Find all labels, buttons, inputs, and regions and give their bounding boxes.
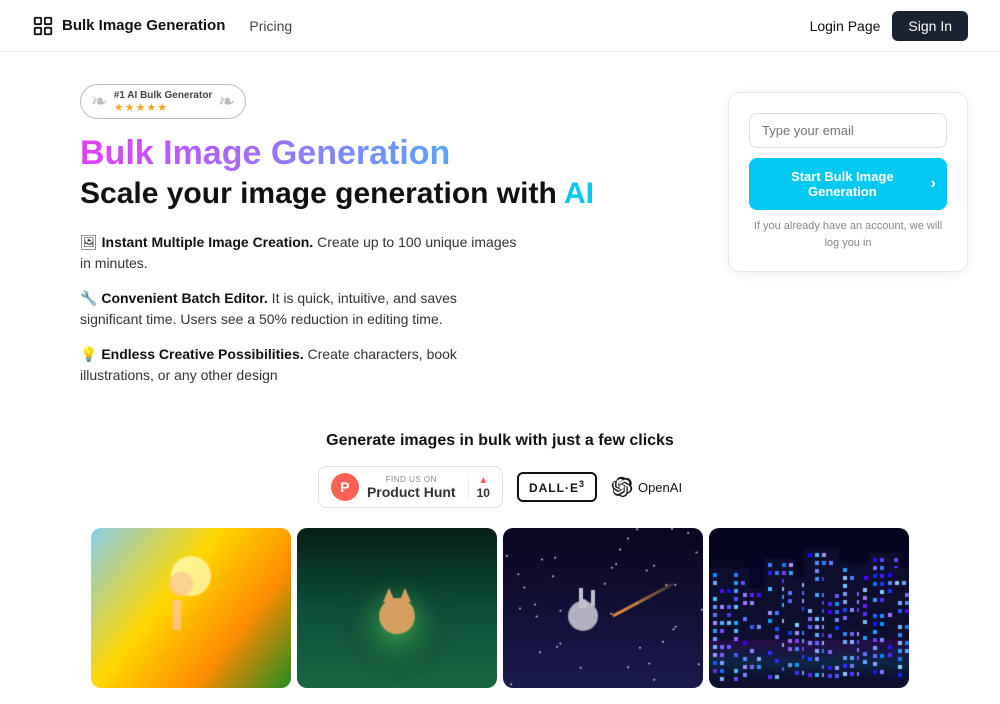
start-button-label: Start Bulk Image Generation [760, 169, 925, 199]
laurel-right-icon: ❧ [218, 89, 235, 114]
nav-logo: Bulk Image Generation [32, 15, 225, 37]
form-note: If you already have an account, we will … [749, 218, 947, 251]
nav-pricing-link[interactable]: Pricing [249, 18, 292, 34]
ph-arrow-icon: ▲ [478, 475, 488, 486]
hero-title-prefix: Scale your image generation with [80, 177, 564, 210]
ph-text: FIND US ON Product Hunt [367, 475, 456, 500]
dalle-badge: DALL·E3 [517, 472, 597, 502]
logos-row: P FIND US ON Product Hunt ▲ 10 DALL·E3 O… [0, 466, 1000, 508]
signup-card: Start Bulk Image Generation › If you alr… [728, 92, 968, 272]
image-card [91, 528, 291, 688]
hero-title-top: Bulk Image Generation [80, 135, 688, 172]
badge-content: #1 AI Bulk Generator ★★★★★ [114, 90, 213, 114]
badge-stars: ★★★★★ [114, 101, 213, 114]
openai-icon [611, 476, 633, 498]
signin-button[interactable]: Sign In [892, 11, 968, 41]
logo-icon [32, 15, 54, 37]
product-hunt-badge[interactable]: P FIND US ON Product Hunt ▲ 10 [318, 466, 503, 508]
laurel-left-icon: ❧ [91, 89, 108, 114]
bottom-heading: Generate images in bulk with just a few … [0, 432, 1000, 450]
dalle-label: DALL·E3 [529, 481, 585, 495]
ph-vote: ▲ 10 [468, 475, 490, 500]
hero-title-ai: AI [564, 177, 594, 210]
hero-title-main: Scale your image generation with AI [80, 176, 688, 212]
bottom-section: Generate images in bulk with just a few … [0, 400, 1000, 704]
email-input[interactable] [749, 113, 947, 148]
navbar: Bulk Image Generation Pricing Login Page… [0, 0, 1000, 52]
features-list: 🖼 Instant Multiple Image Creation. Creat… [80, 232, 688, 386]
logo-text: Bulk Image Generation [62, 17, 225, 34]
arrow-icon: › [931, 175, 936, 193]
nav-left: Bulk Image Generation Pricing [32, 15, 292, 37]
main-content: ❧ #1 AI Bulk Generator ★★★★★ ❧ Bulk Imag… [0, 52, 1000, 400]
ph-top-line: FIND US ON [367, 475, 456, 484]
ph-vote-count: 10 [477, 486, 490, 500]
right-column: Start Bulk Image Generation › If you alr… [728, 84, 968, 400]
openai-badge: OpenAI [611, 476, 682, 498]
openai-label: OpenAI [638, 480, 682, 495]
ph-name: Product Hunt [367, 484, 456, 500]
start-button[interactable]: Start Bulk Image Generation › [749, 158, 947, 210]
ph-circle-icon: P [331, 473, 359, 501]
nav-right: Login Page Sign In [810, 11, 968, 41]
rank-badge: ❧ #1 AI Bulk Generator ★★★★★ ❧ [80, 84, 246, 119]
feature-item: 💡 Endless Creative Possibilities. Create… [80, 344, 520, 386]
image-card [503, 528, 703, 688]
ph-letter: P [340, 479, 349, 495]
left-column: ❧ #1 AI Bulk Generator ★★★★★ ❧ Bulk Imag… [80, 84, 688, 400]
feature-item: 🔧 Convenient Batch Editor. It is quick, … [80, 288, 520, 330]
images-row [0, 528, 1000, 688]
image-card [709, 528, 909, 688]
badge-rank-label: #1 AI Bulk Generator [114, 90, 213, 101]
feature-item: 🖼 Instant Multiple Image Creation. Creat… [80, 232, 520, 274]
login-button[interactable]: Login Page [810, 18, 881, 34]
image-card [297, 528, 497, 688]
